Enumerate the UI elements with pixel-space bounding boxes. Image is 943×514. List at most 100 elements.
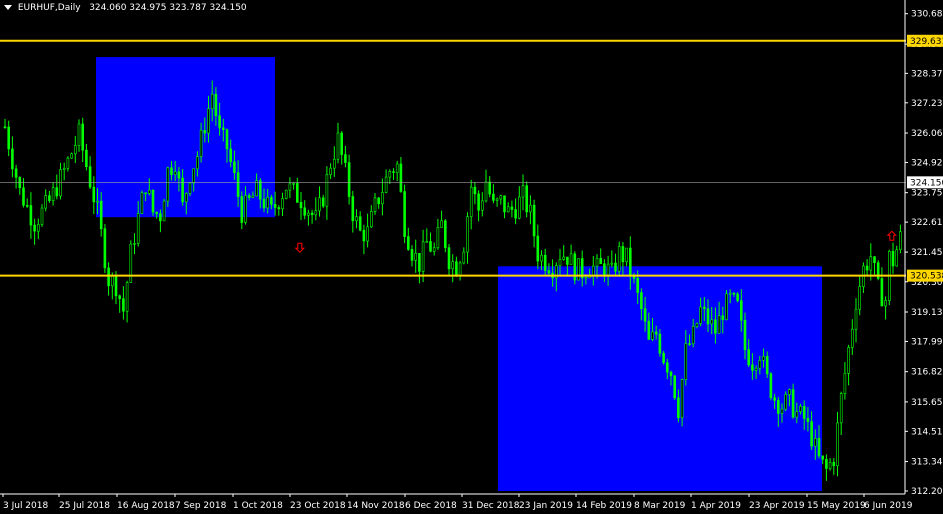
candle-body [684,343,688,380]
candle-body [192,168,195,184]
candle-body [843,373,847,394]
candle-body [702,306,706,309]
candle-body [218,115,221,129]
candle-body [832,461,836,467]
candle-body [488,181,492,195]
candle-body [96,200,99,203]
candle-body [199,129,203,157]
y-tick-label: 322.610 [911,218,943,228]
candle-body [695,323,699,327]
candle-body [344,154,347,163]
candle-body [99,200,103,229]
candle-body [395,163,399,173]
candle-body [284,189,288,199]
candle-body [492,193,495,201]
y-tick-label: 314.510 [911,427,943,437]
candle-body [369,211,373,228]
x-tick-label: 14 Feb 2019 [576,501,632,511]
candle-body [658,333,662,354]
candle-body [362,229,366,242]
candle-body [162,200,166,222]
candle-body [48,195,51,201]
candle-body [462,251,466,264]
candle-body [529,204,532,213]
candle-body [591,265,595,277]
candle-body [651,331,654,340]
candle-body [643,308,647,322]
candle-body [769,373,773,399]
candle-body [562,256,566,260]
collapse-triangle-icon[interactable] [4,5,12,10]
x-tick-label: 23 Apr 2019 [749,501,805,511]
candle-body [825,458,828,469]
candle-body [839,393,843,424]
candle-body [244,195,247,223]
candle-body [366,226,369,242]
candle-body [22,187,25,206]
candle-body [436,227,440,249]
x-tick-label: 6 Dec 2018 [405,501,457,511]
candle-body [281,198,284,210]
candle-body [358,216,362,231]
candle-body [636,278,640,293]
candle-body [299,202,303,209]
candle-body [122,298,125,312]
candle-body [484,181,488,202]
candle-body [669,371,673,377]
candle-body [617,246,621,272]
zone-rectangle-2[interactable] [498,266,822,491]
candle-body [673,375,677,399]
bid-price-label: 324.150 [910,178,943,188]
candle-body [895,249,899,267]
candle-body [355,216,358,222]
candle-body [499,195,503,200]
candle-body [399,163,403,192]
candle-body [880,278,884,307]
y-tick-label: 319.130 [911,308,943,318]
candle-body [780,408,784,414]
y-tick-label: 330.680 [911,10,943,20]
candle-body [521,185,525,198]
candle-body [111,275,114,287]
candle-body [725,293,728,320]
candle-body [392,171,395,173]
candle-body [614,262,617,272]
candle-body [791,389,795,418]
candle-body [603,263,606,276]
candle-body [680,379,684,419]
candle-body [292,183,295,185]
x-tick-label: 8 Mar 2019 [634,501,686,511]
candle-body [628,247,632,277]
candle-body [233,161,236,173]
candle-body [185,193,188,203]
candle-body [802,406,806,419]
candle-body [251,195,255,198]
candle-body [66,157,70,169]
candle-body [7,126,10,150]
y-tick-label: 317.990 [911,337,943,347]
candle-body [129,243,133,283]
candle-body [662,352,665,363]
candle-body [817,438,821,457]
candle-body [854,308,858,330]
price-chart[interactable]: 330.680329.500328.370327.230326.060324.9… [0,0,943,514]
candle-body [318,197,321,212]
candle-body [40,207,44,225]
candle-body [647,320,651,340]
candle-body [584,277,588,280]
candle-body [140,192,144,214]
chart-window[interactable]: 330.680329.500328.370327.230326.060324.9… [0,0,943,514]
candle-body [443,220,447,248]
candle-body [170,167,173,175]
candle-body [458,262,462,277]
x-tick-label: 16 Aug 2018 [117,501,175,511]
candle-body [710,319,714,325]
candle-body [699,306,702,324]
candle-body [336,132,340,160]
candle-body [373,197,377,212]
candle-body [688,343,691,345]
y-tick-label: 316.820 [911,368,943,378]
candle-body [277,207,281,210]
y-tick-label: 323.750 [911,189,943,199]
candle-body [569,253,573,265]
